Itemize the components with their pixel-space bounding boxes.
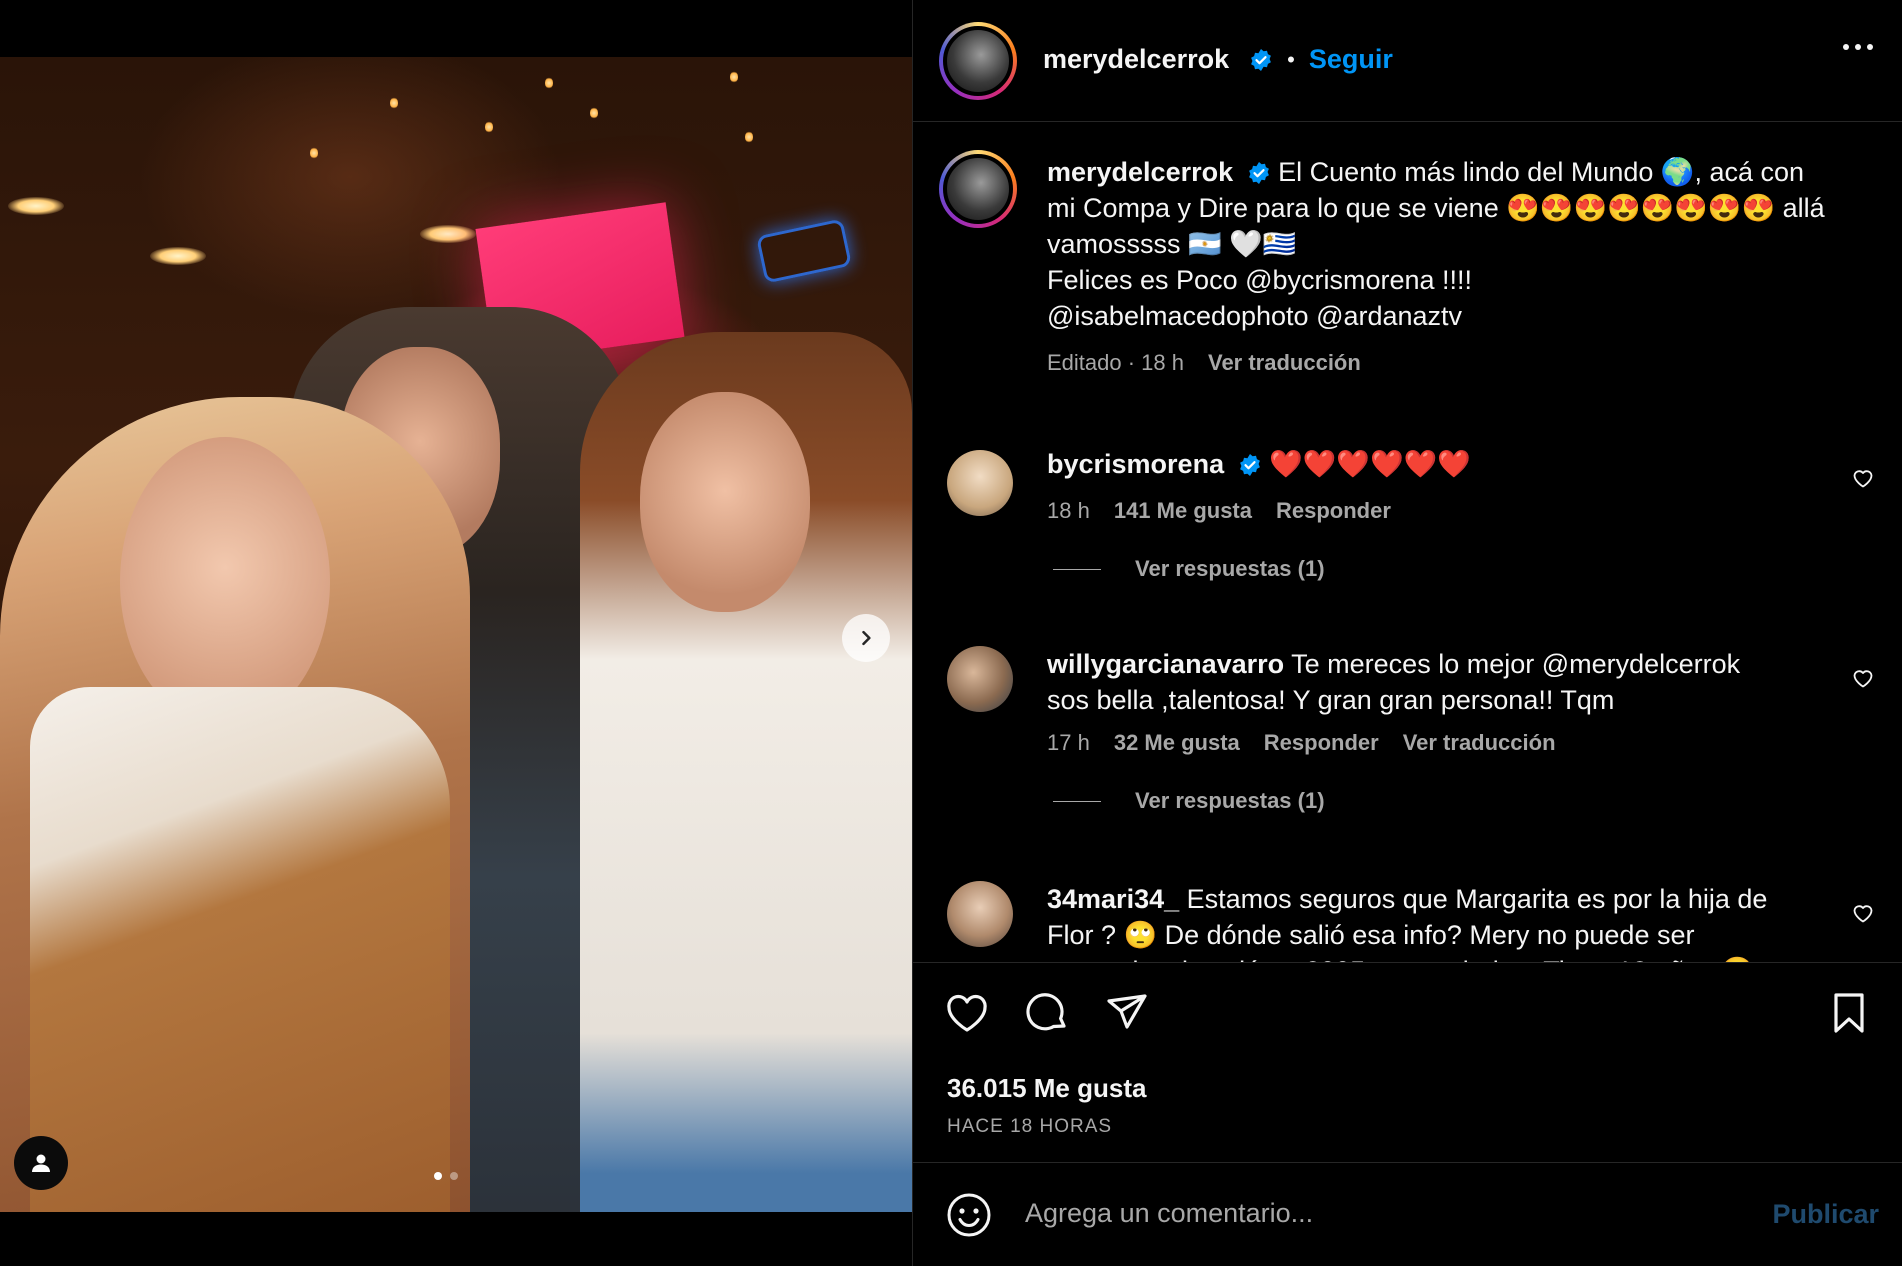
- carousel-dot: [450, 1172, 458, 1180]
- post-timestamp[interactable]: HACE 18 HORAS: [947, 1116, 1112, 1138]
- comment-body-line: sos bella ,talentosa! Y gran gran person…: [1047, 685, 1615, 715]
- comment-time[interactable]: 17 h: [1047, 730, 1090, 756]
- comment-body-line: Estamos seguros que Margarita es por la …: [1186, 884, 1768, 914]
- string-light: [745, 131, 753, 143]
- comment-meta: 18 h 141 Me gusta Responder: [1047, 498, 1391, 524]
- caption-meta: Editado · 18 h Ver traducción: [1047, 350, 1361, 376]
- commenter-username[interactable]: 34mari34_: [1047, 884, 1179, 914]
- commenter-username[interactable]: willygarcianavarro: [1047, 649, 1284, 679]
- more-dot-icon: [1855, 44, 1861, 50]
- user-icon: [32, 1154, 50, 1172]
- translate-button[interactable]: Ver traducción: [1403, 730, 1556, 756]
- post-sidebar: merydelcerrok • Seguir merydelcerrok El …: [912, 0, 1902, 1266]
- verified-badge-icon: [1239, 454, 1260, 476]
- emoji-picker-icon[interactable]: [945, 1191, 993, 1239]
- author-avatar[interactable]: [939, 22, 1017, 100]
- carousel-dot-active: [434, 1172, 442, 1180]
- commenter-username[interactable]: bycrismorena: [1047, 449, 1224, 479]
- comment-input[interactable]: [1025, 1191, 1725, 1235]
- comment-item: 34mari34_ Estamos seguros que Margarita …: [913, 857, 1902, 962]
- caption-edited-time: Editado · 18 h: [1047, 350, 1184, 375]
- ceiling-lamp: [420, 225, 476, 243]
- comments-list[interactable]: merydelcerrok El Cuento más lindo del Mu…: [913, 122, 1902, 962]
- caption-translate-link[interactable]: Ver traducción: [1208, 350, 1361, 376]
- string-light: [310, 147, 318, 159]
- verified-badge-icon: [1248, 162, 1269, 184]
- comment-meta: 17 h 32 Me gusta Responder Ver traducció…: [1047, 730, 1556, 756]
- neon-sign: [755, 218, 853, 284]
- follow-button[interactable]: Seguir: [1309, 44, 1393, 75]
- comment-time[interactable]: 18 h: [1047, 498, 1090, 524]
- comment-text: 34mari34_ Estamos seguros que Margarita …: [1047, 881, 1837, 962]
- string-light: [485, 121, 493, 133]
- caption-username[interactable]: merydelcerrok: [1047, 157, 1233, 187]
- share-paper-plane-icon[interactable]: [1103, 989, 1151, 1037]
- caption-author-avatar[interactable]: [939, 150, 1017, 228]
- like-comment-heart-icon[interactable]: [1851, 666, 1875, 690]
- publish-button[interactable]: Publicar: [1772, 1199, 1879, 1230]
- tagged-users-button[interactable]: [14, 1136, 68, 1190]
- reply-button[interactable]: Responder: [1276, 498, 1391, 524]
- string-light: [590, 107, 598, 119]
- like-comment-heart-icon[interactable]: [1851, 901, 1875, 925]
- caption-line: vamosssss 🇦🇷 🤍🇺🇾: [1047, 229, 1297, 259]
- string-light: [730, 71, 738, 83]
- string-light: [545, 77, 553, 89]
- author-username[interactable]: merydelcerrok: [1043, 44, 1229, 75]
- comment-body-line: Flor ? 🙄 De dónde salió esa info? Mery n…: [1047, 920, 1695, 950]
- chevron-right-icon: [862, 630, 871, 646]
- view-replies-label: Ver respuestas (1): [1135, 556, 1325, 581]
- caption-line: El Cuento más lindo del Mundo 🌍, acá con: [1278, 157, 1805, 187]
- commenter-avatar[interactable]: [947, 881, 1013, 947]
- comment-likes[interactable]: 32 Me gusta: [1114, 730, 1240, 756]
- caption-line: Felices es Poco @bycrismorena !!!!: [1047, 265, 1473, 295]
- comment-composer: Publicar: [913, 1162, 1902, 1266]
- comment-body-line: margarita si nació en 2005, no me jodan.…: [1047, 953, 1837, 962]
- likes-count[interactable]: 36.015 Me gusta: [947, 1073, 1146, 1104]
- view-replies-label: Ver respuestas (1): [1135, 788, 1325, 813]
- ceiling-lamp: [8, 197, 64, 215]
- post-photo[interactable]: [0, 57, 912, 1212]
- replies-divider: [1053, 800, 1101, 802]
- view-replies-button[interactable]: Ver respuestas (1): [1053, 788, 1325, 814]
- caption-line: @isabelmacedophoto @ardanaztv: [1047, 301, 1463, 331]
- more-dot-icon: [1843, 44, 1849, 50]
- comment-bubble-icon[interactable]: [1023, 989, 1071, 1037]
- post-header: merydelcerrok • Seguir: [913, 0, 1902, 122]
- more-dot-icon: [1867, 44, 1873, 50]
- comment-item: willygarcianavarro Te mereces lo mejor @…: [913, 622, 1902, 852]
- reply-button[interactable]: Responder: [1264, 730, 1379, 756]
- post-caption: merydelcerrok El Cuento más lindo del Mu…: [913, 122, 1902, 375]
- comment-item: bycrismorena ❤️❤️❤️❤️❤️❤️ 18 h 141 Me gu…: [913, 422, 1902, 622]
- caption-text: merydelcerrok El Cuento más lindo del Mu…: [1047, 154, 1837, 334]
- separator-dot: •: [1287, 46, 1295, 72]
- comment-body-line: Te mereces lo mejor @merydelcerrok: [1291, 649, 1741, 679]
- view-replies-button[interactable]: Ver respuestas (1): [1053, 556, 1325, 582]
- string-light: [390, 97, 398, 109]
- caption-line: mi Compa y Dire para lo que se viene 😍😍😍…: [1047, 193, 1825, 223]
- more-options-button[interactable]: [1843, 44, 1873, 50]
- like-heart-icon[interactable]: [943, 989, 991, 1037]
- comment-likes[interactable]: 141 Me gusta: [1114, 498, 1252, 524]
- replies-divider: [1053, 568, 1101, 570]
- commenter-avatar[interactable]: [947, 450, 1013, 516]
- person-right: [580, 332, 912, 1212]
- person-left: [0, 397, 470, 1212]
- ceiling-lamp: [150, 247, 206, 265]
- comment-text: bycrismorena ❤️❤️❤️❤️❤️❤️: [1047, 446, 1837, 482]
- carousel-dots: [434, 1172, 458, 1180]
- like-comment-heart-icon[interactable]: [1851, 466, 1875, 490]
- post-media: [0, 0, 912, 1266]
- post-actions: 36.015 Me gusta HACE 18 HORAS: [913, 962, 1902, 1162]
- comment-body: ❤️❤️❤️❤️❤️❤️: [1269, 449, 1471, 479]
- comment-text: willygarcianavarro Te mereces lo mejor @…: [1047, 646, 1837, 718]
- commenter-avatar[interactable]: [947, 646, 1013, 712]
- save-bookmark-icon[interactable]: [1825, 989, 1873, 1037]
- verified-badge-icon: [1251, 48, 1272, 71]
- next-image-button[interactable]: [842, 614, 890, 662]
